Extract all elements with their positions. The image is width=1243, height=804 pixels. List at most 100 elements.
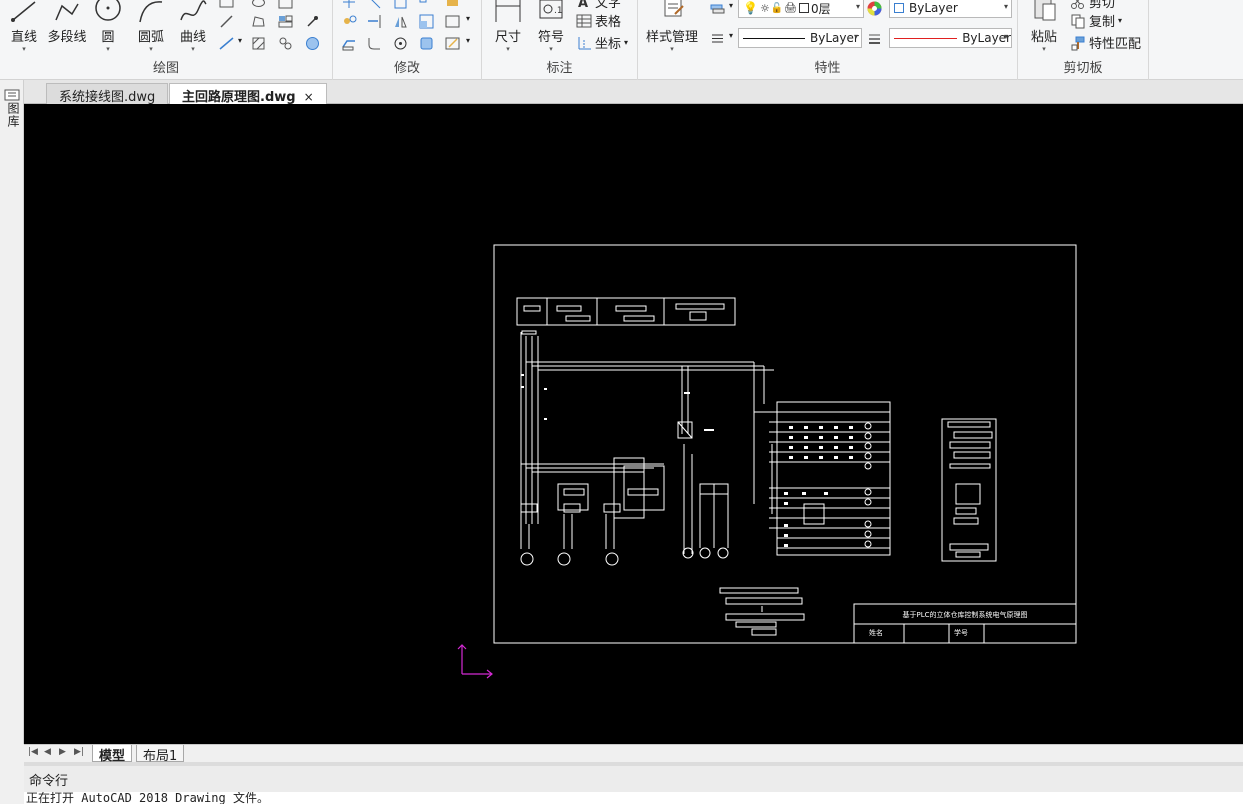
tab-system-wiring[interactable]: 系统接线图.dwg (46, 83, 169, 105)
dimension-button[interactable]: 尺寸 ▾ (488, 0, 528, 53)
cad-application: 直线 ▾ 多段线 圆 ▾ 圆弧 ▾ 曲线 ▾ ▾ 绘图 ▾ ▾ 修改 尺寸 ▾ … (0, 0, 1243, 804)
spline-label: 曲线 (179, 30, 206, 45)
mirror-icon[interactable] (392, 13, 409, 30)
region-icon[interactable] (250, 13, 267, 30)
symbol-button[interactable]: .1 符号 ▾ (532, 0, 570, 53)
wipeout-icon[interactable] (304, 35, 321, 52)
clipboard-panel: 粘贴 ▾ 剪切 复制 ▾ 特性匹配 剪切板 (1018, 0, 1149, 80)
first-layout-icon[interactable]: |◀ (28, 747, 38, 757)
layer-name: 0层 (810, 1, 831, 16)
last-layout-icon[interactable]: ▶| (74, 747, 84, 757)
draw-panel-title: 绘图 (152, 61, 179, 76)
circle-button[interactable]: 圆 ▾ (92, 0, 124, 53)
brush-icon (1071, 36, 1085, 50)
sheet-border (493, 244, 1077, 644)
color-wheel-icon[interactable] (866, 0, 883, 17)
linetype-combo[interactable]: ByLayer ▾ (738, 28, 862, 48)
close-tab-icon[interactable]: × (304, 90, 314, 104)
layer-dropdown-arrow[interactable]: ▾ (729, 1, 733, 10)
match-properties-button[interactable]: 特性匹配 (1070, 33, 1141, 52)
break-icon[interactable] (444, 13, 461, 30)
color-combo[interactable]: ByLayer ▾ (889, 0, 1012, 18)
plc-io-block (776, 401, 891, 556)
paste-label: 粘贴 (1030, 30, 1057, 45)
arc-icon (139, 1, 163, 23)
table-draw-icon[interactable] (277, 0, 294, 11)
explode-icon[interactable] (418, 35, 435, 52)
erase-icon[interactable] (444, 0, 461, 11)
list-dropdown-arrow[interactable]: ▾ (729, 31, 733, 40)
dimension-label: 尺寸 (494, 30, 521, 45)
drawing-title-text: 基于PLC的立体仓库控制系统电气原理图 (902, 610, 1027, 619)
properties-panel: 样式管理 ▾ ▾ ▾ 💡 ☼ 🔓 🖨 0层 ▾ ByLayer ▾ ByLaye… (638, 0, 1018, 80)
ray-dropdown[interactable]: ▾ (238, 36, 242, 45)
circle-icon (95, 0, 121, 21)
block-icon[interactable] (277, 13, 294, 30)
ucs-icon (457, 644, 493, 679)
ellipse-icon[interactable] (250, 0, 267, 11)
printer-icon: 🖨 (784, 2, 797, 14)
copy-object-icon[interactable] (341, 13, 358, 30)
tab-layout1[interactable]: 布局1 (136, 745, 185, 764)
offset-icon[interactable] (392, 0, 409, 11)
drawing-canvas[interactable]: 基于PLC的立体仓库控制系统电气原理图 姓名 学号 (24, 104, 1243, 744)
annotation-panel-title: 标注 (546, 61, 573, 76)
coordinate-button[interactable]: 坐标 ▾ (576, 33, 628, 52)
properties-panel-title: 特性 (814, 61, 841, 76)
modify-panel: ▾ ▾ 修改 (333, 0, 482, 80)
layer-properties-icon[interactable] (709, 0, 726, 17)
ribbon: 直线 ▾ 多段线 圆 ▾ 圆弧 ▾ 曲线 ▾ ▾ 绘图 ▾ ▾ 修改 尺寸 ▾ … (0, 0, 1243, 80)
cut-button[interactable]: 剪切 (1070, 0, 1115, 11)
trim-icon[interactable] (366, 0, 383, 11)
arc-button[interactable]: 圆弧 ▾ (132, 0, 170, 53)
rectangle-icon[interactable] (218, 0, 235, 11)
layer-combo[interactable]: 💡 ☼ 🔓 🖨 0层 ▾ (738, 0, 864, 18)
extend-icon[interactable] (366, 13, 383, 30)
point-icon[interactable] (304, 13, 321, 30)
paste-icon (1034, 0, 1056, 21)
modify-more-dropdown[interactable]: ▾ (466, 14, 470, 23)
group-icon[interactable] (277, 35, 294, 52)
modify-edit-dropdown[interactable]: ▾ (466, 36, 470, 45)
stretch-icon[interactable] (341, 35, 358, 52)
paste-button[interactable]: 粘贴 ▾ (1026, 0, 1062, 53)
hatch-icon[interactable] (250, 35, 267, 52)
style-manager-label: 样式管理 (645, 30, 698, 45)
symbol-label: 符号 (537, 30, 564, 45)
spline-icon (180, 0, 207, 21)
list-icon[interactable] (709, 30, 726, 47)
copy-button[interactable]: 复制 ▾ (1070, 11, 1122, 30)
tab-main-circuit[interactable]: 主回路原理图.dwg × (169, 83, 327, 105)
move-icon[interactable] (341, 0, 358, 11)
circle-label: 圆 (101, 30, 115, 45)
lineweight-icon[interactable] (866, 30, 883, 47)
annotation-panel: 尺寸 ▾ .1 符号 ▾ A 文字 表格 坐标 ▾ 标注 (482, 0, 638, 80)
array-icon[interactable] (418, 0, 435, 11)
coordinate-icon (578, 36, 591, 49)
style-manager-icon (664, 0, 684, 17)
polyline-button[interactable]: 多段线 (45, 0, 89, 45)
copy-icon (1071, 14, 1085, 28)
next-layout-icon[interactable]: ▶ (59, 747, 66, 757)
scale-icon[interactable] (418, 13, 435, 30)
edit-polyline-icon[interactable] (444, 35, 461, 52)
rotate-icon[interactable] (392, 35, 409, 52)
table-button[interactable]: 表格 (576, 11, 621, 30)
library-label[interactable]: 图库 (5, 102, 22, 128)
table-icon (576, 14, 592, 27)
lineweight-combo[interactable]: ByLayer ▾ (889, 28, 1012, 48)
arc-label: 圆弧 (137, 30, 164, 45)
xline-icon[interactable] (218, 13, 235, 30)
spline-button[interactable]: 曲线 ▾ (175, 0, 211, 53)
library-icon[interactable] (4, 88, 20, 102)
style-manager-button[interactable]: 样式管理 ▾ (644, 0, 700, 53)
fillet-icon[interactable] (366, 35, 383, 52)
ray-icon[interactable] (218, 35, 235, 52)
prev-layout-icon[interactable]: ◀ (44, 747, 51, 757)
clipboard-panel-title: 剪切板 (1063, 61, 1103, 76)
command-output[interactable]: 正在打开 AutoCAD 2018 Drawing 文件。 (24, 792, 1243, 804)
text-button[interactable]: A 文字 (576, 0, 621, 11)
id-label-text: 学号 (954, 628, 968, 637)
line-button[interactable]: 直线 ▾ (6, 0, 42, 53)
tab-model[interactable]: 模型 (92, 745, 133, 764)
